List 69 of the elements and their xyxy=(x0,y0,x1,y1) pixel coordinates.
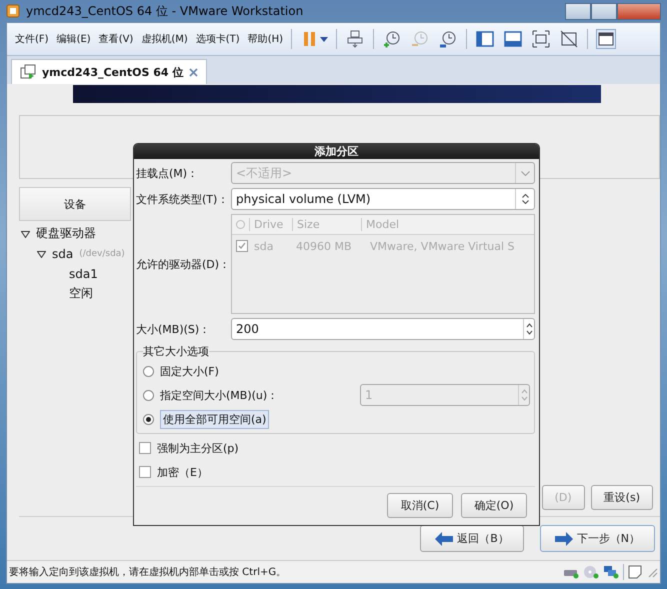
tree-item[interactable]: 空闲 xyxy=(69,285,93,302)
option-label[interactable]: 使用全部可用空间(a) xyxy=(160,410,270,428)
cancel-button[interactable]: 取消(C) xyxy=(387,493,453,518)
expander-icon[interactable] xyxy=(37,250,46,258)
right-arrow-icon xyxy=(554,532,573,546)
option-label[interactable]: 指定空间大小(MB)(u)： xyxy=(160,388,278,402)
next-button[interactable]: 下一步（N） xyxy=(540,525,655,552)
dropdown-icon[interactable] xyxy=(320,36,328,42)
note-icon[interactable] xyxy=(628,565,642,579)
menu-item[interactable]: 选项卡(T) xyxy=(196,32,240,46)
chevron-icon xyxy=(520,170,530,176)
radio-button[interactable] xyxy=(143,366,154,376)
snapshot-icon[interactable] xyxy=(382,29,402,49)
close-button[interactable] xyxy=(617,2,661,20)
sidebar-icon[interactable] xyxy=(475,29,496,49)
filesystem-combo[interactable]: physical volume (LVM) xyxy=(231,188,535,210)
app-icon xyxy=(6,4,20,18)
ok-button[interactable]: 确定(O) xyxy=(461,493,527,518)
device-path: (/dev/sda) xyxy=(79,248,125,258)
tree-item[interactable]: 硬盘驱动器 xyxy=(36,225,96,242)
field-label: 挂载点(M)： xyxy=(136,166,200,180)
tree-item[interactable]: sda1 xyxy=(69,266,98,280)
vm-tab[interactable]: ymcd243_CentOS 64 位 xyxy=(11,59,208,84)
dialog-title: 添加分区 xyxy=(134,144,539,159)
radio-icon xyxy=(236,220,245,229)
maximize-button[interactable] xyxy=(591,2,617,20)
network-icon[interactable] xyxy=(345,29,366,49)
size-field[interactable]: 200 xyxy=(231,318,535,340)
status-text: 要将输入定向到该虚拟机，请在虚拟机内部单击或按 Ctrl+G。 xyxy=(9,566,286,579)
checkbox-label[interactable]: 加密（E） xyxy=(157,464,208,480)
close-icon[interactable] xyxy=(189,68,198,76)
option-label[interactable]: 固定大小(F) xyxy=(160,364,219,378)
menu-item[interactable]: 帮助(H) xyxy=(248,32,284,46)
menu-item[interactable]: 编辑(E) xyxy=(56,32,91,46)
panel-icon[interactable] xyxy=(503,29,524,49)
vm-icon xyxy=(20,64,36,80)
group-title: 其它大小选项 xyxy=(143,344,209,359)
network-icon[interactable] xyxy=(603,565,619,579)
console-view-icon[interactable] xyxy=(596,29,616,49)
menu-item[interactable]: 虚拟机(M) xyxy=(141,32,188,46)
resize-grip-icon[interactable] xyxy=(646,566,658,578)
window-title: ymcd243_CentOS 64 位 - VMware Workstation xyxy=(26,2,304,20)
fullscreen-icon[interactable] xyxy=(531,29,552,49)
field-label: 文件系统类型(T)： xyxy=(136,192,230,206)
minimize-button[interactable] xyxy=(565,2,591,20)
radio-button[interactable] xyxy=(143,390,154,400)
expander-icon[interactable] xyxy=(21,230,30,238)
column-header[interactable]: 设备 xyxy=(19,187,131,221)
unity-off-icon[interactable] xyxy=(559,29,580,49)
checkbox[interactable] xyxy=(236,240,248,252)
table-cell-text: sda xyxy=(254,240,274,252)
spinner-icon[interactable] xyxy=(526,322,532,336)
checkbox-label[interactable]: 强制为主分区(p) xyxy=(157,440,239,456)
table-cell: VMware, VMware Virtual S xyxy=(370,240,515,252)
table-cell-text: 40960 MB xyxy=(296,240,353,252)
checkbox[interactable] xyxy=(139,442,151,454)
back-button[interactable]: 返回（B） xyxy=(420,525,524,552)
snapshot-manager-icon[interactable] xyxy=(438,29,458,49)
menu-item[interactable]: 查看(V) xyxy=(98,32,134,46)
field-label: 允许的驱动器(D)： xyxy=(136,256,231,272)
field-label: 大小(MB)(S)： xyxy=(136,322,212,336)
checkbox[interactable] xyxy=(139,466,151,478)
radio-button[interactable] xyxy=(143,414,154,424)
menu-item[interactable]: 文件(F) xyxy=(15,32,49,46)
partition-button[interactable]: 重设(s) xyxy=(590,485,653,510)
disc-icon[interactable] xyxy=(583,565,599,579)
tree-item[interactable]: sda xyxy=(52,246,74,260)
left-arrow-icon xyxy=(435,532,454,546)
updown-icon xyxy=(522,194,528,204)
